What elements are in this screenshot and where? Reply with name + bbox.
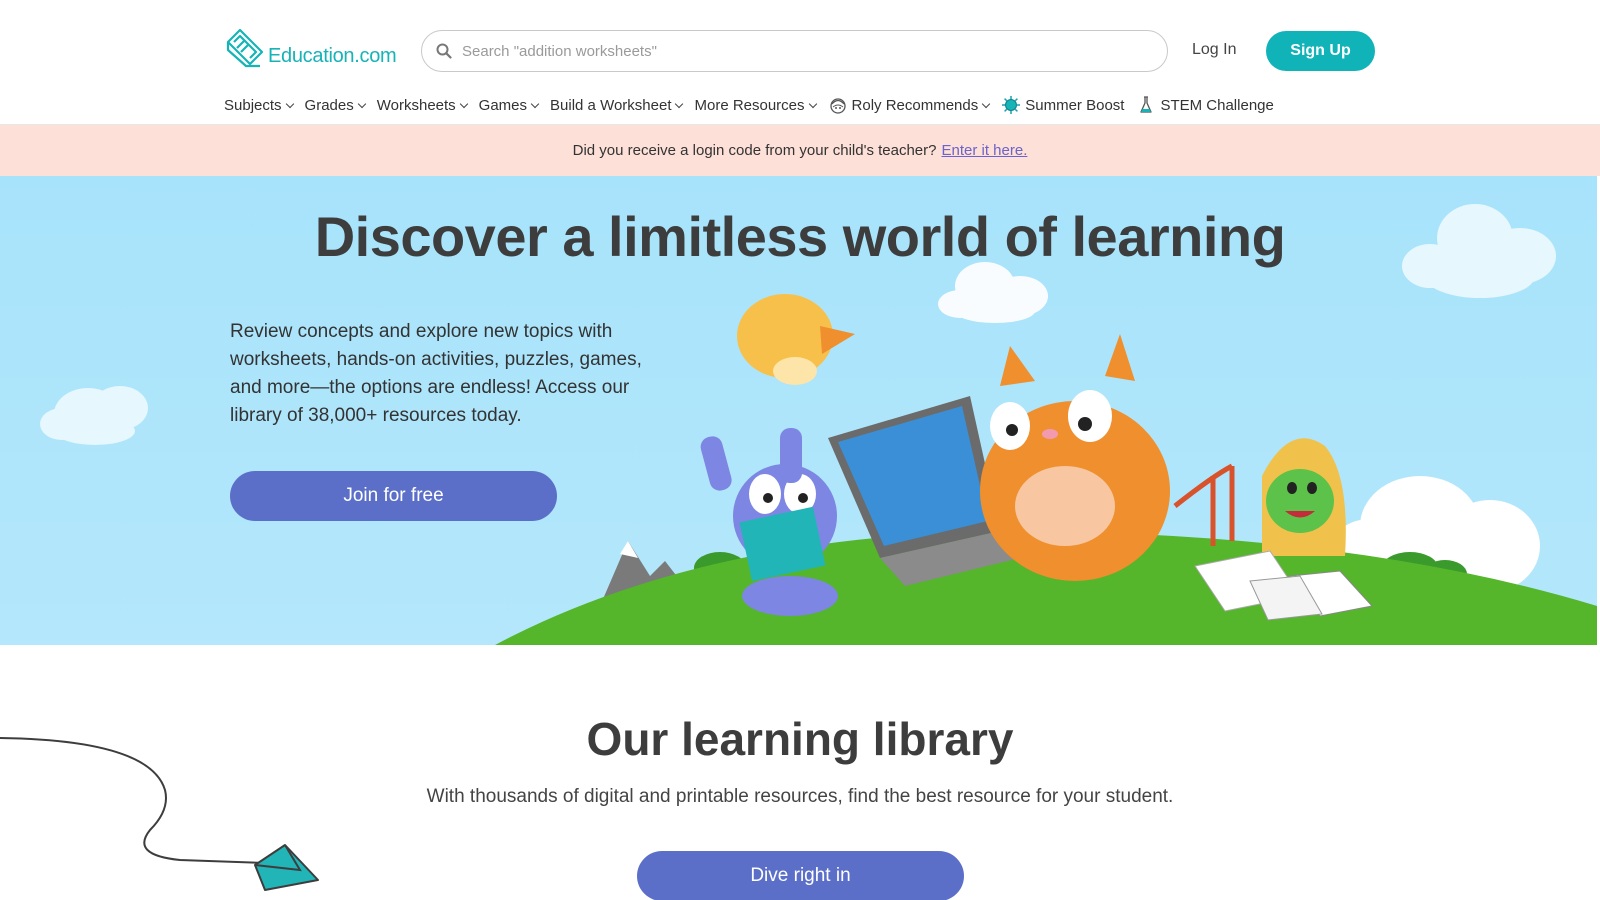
hero-title: Discover a limitless world of learning [314, 205, 1286, 268]
nav-summer-boost[interactable]: Summer Boost [1001, 95, 1124, 115]
nav-stem-label: STEM Challenge [1160, 96, 1274, 114]
nav-games-label: Games [478, 96, 528, 114]
nav-roly-recommends[interactable]: Roly Recommends [828, 95, 991, 115]
chevron-down-icon [530, 99, 540, 108]
nav-subjects[interactable]: Subjects [224, 96, 294, 114]
signup-button[interactable]: Sign Up [1266, 31, 1375, 71]
nav-roly-label: Roly Recommends [851, 96, 979, 114]
logo-link[interactable]: Education.com [224, 28, 397, 68]
search-input[interactable] [462, 42, 1142, 60]
logo-icon [226, 28, 264, 68]
search-icon [436, 43, 452, 59]
nav-summer-label: Summer Boost [1025, 96, 1125, 114]
chevron-down-icon [357, 99, 366, 108]
nav-build-worksheet[interactable]: Build a Worksheet [550, 96, 684, 114]
enter-code-link[interactable]: Enter it here. [942, 142, 1028, 159]
main-nav: Subjects Grades Worksheets Games Build a… [224, 94, 1286, 116]
cloud-center [938, 262, 1048, 323]
nav-worksheets[interactable]: Worksheets [376, 96, 468, 114]
login-code-notice: Did you receive a login code from your c… [0, 125, 1600, 176]
orange-tiger [980, 334, 1170, 581]
flask-icon [1140, 96, 1153, 113]
chevron-down-icon [982, 99, 991, 108]
green-creature [1262, 438, 1346, 556]
nav-stem-challenge[interactable]: STEM Challenge [1136, 95, 1274, 115]
library-title: Our learning library [586, 713, 1014, 765]
nav-more-resources-label: More Resources [694, 96, 805, 114]
chevron-down-icon [808, 99, 817, 108]
site-header: Education.com Log In Sign Up Subjects Gr… [0, 0, 1600, 125]
nav-subjects-label: Subjects [224, 96, 282, 114]
login-link[interactable]: Log In [1192, 41, 1236, 59]
search-box[interactable] [421, 30, 1168, 72]
library-subtitle: With thousands of digital and printable … [426, 786, 1174, 807]
nav-build-worksheet-label: Build a Worksheet [550, 96, 672, 114]
nav-worksheets-label: Worksheets [376, 96, 456, 114]
sun-icon [1002, 96, 1021, 114]
roly-mascot-icon [829, 98, 846, 114]
yellow-bird [737, 294, 855, 385]
chevron-down-icon [285, 99, 294, 108]
cloud-left [40, 386, 148, 445]
dive-right-in-button[interactable]: Dive right in [637, 851, 964, 900]
notice-text: Did you receive a login code from your c… [572, 142, 937, 159]
nav-more-resources[interactable]: More Resources [694, 96, 817, 114]
logo-text: Education.com [268, 45, 397, 67]
nav-games[interactable]: Games [478, 96, 540, 114]
hero-description: Review concepts and explore new topics w… [230, 321, 642, 426]
chevron-down-icon [675, 99, 684, 108]
chevron-down-icon [459, 99, 468, 108]
nav-grades[interactable]: Grades [304, 96, 366, 114]
hero-banner: Discover a limitless world of learning R… [0, 176, 1597, 645]
join-for-free-button[interactable]: Join for free [230, 471, 557, 521]
nav-grades-label: Grades [304, 96, 354, 114]
